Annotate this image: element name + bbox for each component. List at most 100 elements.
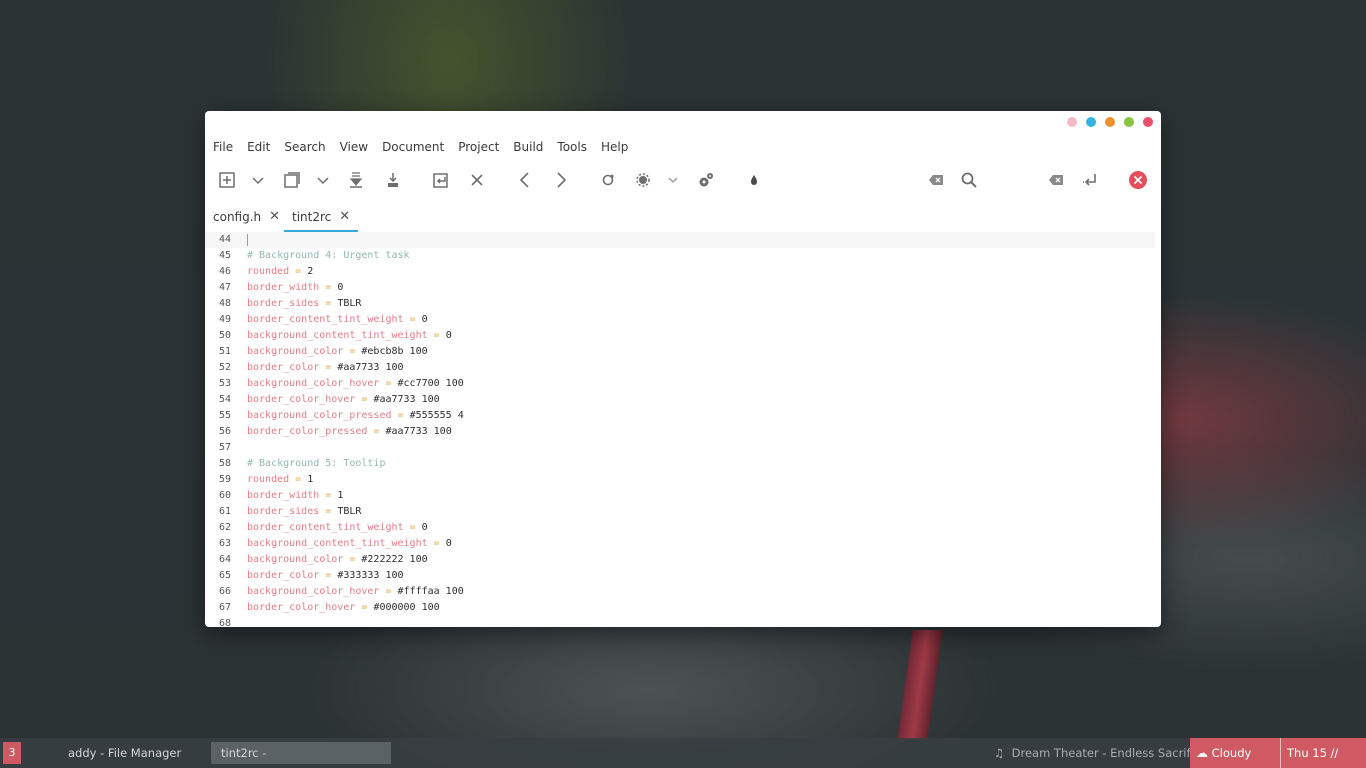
code-line: 65 border_color = #333333 100 [205,568,1155,584]
line-number: 60 [218,490,231,501]
config-key: border_color [247,362,320,373]
config-key: border_color_hover [247,394,356,405]
save-icon[interactable] [344,167,368,193]
code-text: rounded = 1 [247,472,313,488]
code-line: 66 background_color_hover = #ffffaa 100 [205,584,1155,600]
red-dot-icon[interactable] [1143,117,1153,127]
config-value: 1 [307,474,314,485]
code-line: 53 background_color_hover = #cc7700 100 [205,376,1155,392]
config-key: border_sides [247,298,320,309]
code-text: rounded = 2 [247,264,313,280]
quit-icon[interactable] [1126,167,1150,193]
assign-operator: = [379,378,398,389]
code-line: 48 border_sides = TBLR [205,296,1155,312]
preferences-icon[interactable] [694,167,718,193]
code-text: border_sides = TBLR [247,296,361,312]
code-text: background_color = #ebcb8b 100 [247,344,428,360]
cloud-icon: ☁ [1196,746,1208,760]
open-file-icon[interactable] [280,167,304,193]
revert-icon[interactable] [429,167,453,193]
code-editor[interactable]: 44 45 # Background 4: Urgent task 46 rounded… [205,232,1155,627]
menu-edit[interactable]: Edit [247,138,270,156]
code-line: 64 background_color = #222222 100 [205,552,1155,568]
code-line: 61 border_sides = TBLR [205,504,1155,520]
assign-operator: = [289,266,308,277]
code-line: 52 border_color = #aa7733 100 [205,360,1155,376]
new-file-icon[interactable] [215,167,239,193]
clear-search-icon[interactable] [924,167,948,193]
clock[interactable]: Thu 15 // 00:17 [1280,738,1366,768]
menu-help[interactable]: Help [601,138,628,156]
menu-build[interactable]: Build [513,138,543,156]
line-number: 55 [218,410,231,421]
assign-operator: = [343,554,362,565]
assign-operator: = [367,426,386,437]
menubar: File Edit Search View Document Project Build To… [205,138,642,156]
dropdown-icon[interactable] [246,167,270,193]
close-tab-icon[interactable]: ✕ [339,207,350,227]
window-controls [1067,117,1153,127]
menu-view[interactable]: View [340,138,368,156]
clear-goto-icon[interactable] [1044,167,1068,193]
back-icon[interactable] [513,167,537,193]
assign-operator: = [403,522,422,533]
now-playing[interactable]: ♫ Dream Theater - Endless Sacrifice [994,742,1207,764]
weather-widget[interactable]: ☁ Cloudy 23˚C [1190,738,1280,768]
text-caret [247,234,248,246]
forward-icon[interactable] [549,167,573,193]
tab-config-h[interactable]: config.h ✕ [213,207,280,230]
config-key: rounded [247,474,290,485]
line-number: 45 [218,250,231,261]
config-value: #222222 100 [361,554,428,565]
pink-dot-icon[interactable] [1067,117,1077,127]
compile-icon[interactable] [596,167,620,193]
assign-operator: = [379,586,398,597]
cyan-dot-icon[interactable] [1086,117,1096,127]
line-number: 68 [218,618,231,627]
config-key: background_color [247,346,344,357]
config-value: #ffffaa 100 [397,586,464,597]
menu-tools[interactable]: Tools [557,138,587,156]
line-number: 57 [218,442,231,453]
save-all-icon[interactable] [381,167,405,193]
task-file-manager[interactable]: addy - File Manager [58,742,191,764]
code-line: 59 rounded = 1 [205,472,1155,488]
assign-operator: = [403,314,422,325]
dropdown-icon[interactable] [661,167,685,193]
orange-dot-icon[interactable] [1105,117,1115,127]
dropdown-icon[interactable] [311,167,335,193]
goto-line-icon[interactable] [1078,167,1102,193]
config-value: TBLR [337,298,362,309]
menu-file[interactable]: File [213,138,233,156]
build-icon[interactable] [631,167,655,193]
code-line: 46 rounded = 2 [205,264,1155,280]
code-line: 63 background_content_tint_weight = 0 [205,536,1155,552]
code-text: border_width = 0 [247,280,343,296]
close-tab-icon[interactable]: ✕ [269,207,280,227]
code-text: background_content_tint_weight = 0 [247,328,452,344]
now-playing-text: Dream Theater - Endless Sacrifice [1011,746,1208,760]
config-value: 1 [337,490,344,501]
task-tint2rc[interactable]: tint2rc - /home/addy/.config/ti... [211,742,391,764]
tab-label: config.h [213,210,262,224]
search-icon[interactable] [957,167,981,193]
code-text: border_color_hover = #aa7733 100 [247,392,440,408]
code-line: 60 border_width = 1 [205,488,1155,504]
color-picker-icon[interactable] [742,167,766,193]
green-dot-icon[interactable] [1124,117,1134,127]
config-value: TBLR [337,506,362,517]
menu-search[interactable]: Search [284,138,325,156]
menu-document[interactable]: Document [382,138,444,156]
comment-text: # Background 5: Tooltip [247,458,386,469]
config-value: 0 [421,314,428,325]
close-file-icon[interactable] [465,167,489,193]
line-number: 44 [218,234,231,245]
titlebar[interactable] [205,111,1161,135]
config-key: border_color_hover [247,602,356,613]
tab-tint2rc[interactable]: tint2rc ✕ [284,207,359,232]
workspace-indicator[interactable]: 3 [3,742,21,764]
menu-project[interactable]: Project [458,138,499,156]
line-number: 67 [218,602,231,613]
config-value: #aa7733 100 [373,394,440,405]
config-value: #000000 100 [373,602,440,613]
